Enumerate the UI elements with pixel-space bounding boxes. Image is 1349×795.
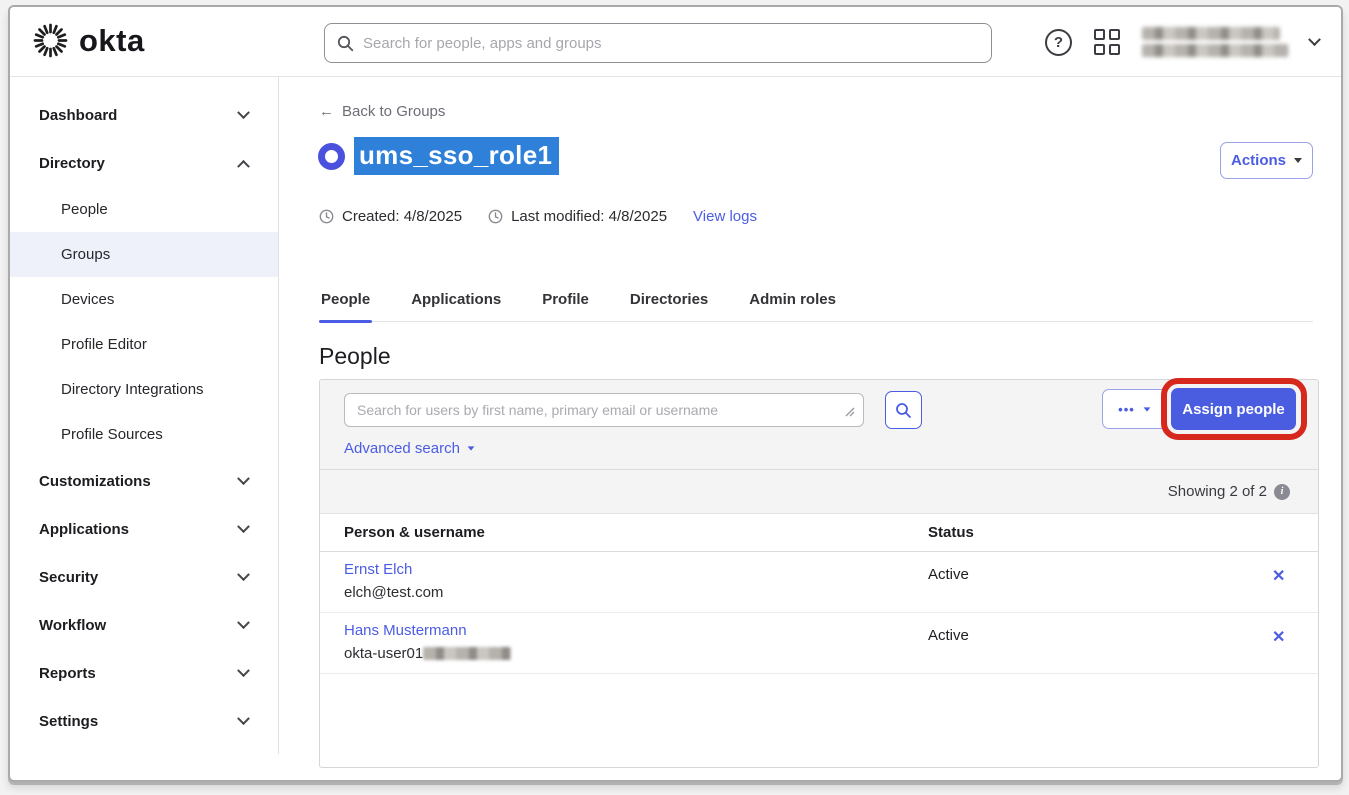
- user-account-label[interactable]: [1142, 27, 1288, 57]
- sidebar-item-dashboard[interactable]: Dashboard: [10, 91, 278, 139]
- sidebar-item-directory[interactable]: Directory: [10, 139, 278, 187]
- sidebar-item-settings[interactable]: Settings: [10, 697, 278, 745]
- app-window: okta ? Dashboard Directory People Groups: [8, 5, 1343, 782]
- sidebar-item-profile-editor[interactable]: Profile Editor: [10, 322, 278, 367]
- chevron-down-icon: [237, 106, 250, 119]
- main-content: ← Back to Groups ums_sso_role1 Actions C…: [280, 77, 1341, 780]
- created-date: Created: 4/8/2025: [342, 208, 462, 225]
- status-badge: Active: [928, 566, 969, 583]
- global-search-input[interactable]: [363, 35, 979, 52]
- top-header: okta ?: [10, 7, 1341, 77]
- tab-people[interactable]: People: [319, 283, 372, 321]
- chevron-down-icon: [237, 472, 250, 485]
- apps-grid-icon[interactable]: [1094, 29, 1120, 55]
- showing-count: Showing 2 of 2: [1168, 483, 1267, 500]
- tab-applications[interactable]: Applications: [409, 283, 503, 321]
- table-row: Ernst Elch elch@test.com Active ✕: [320, 552, 1318, 613]
- chevron-down-icon: [237, 568, 250, 581]
- redacted-text: [423, 647, 511, 660]
- search-icon: [337, 35, 354, 52]
- clock-icon: [319, 209, 334, 224]
- caret-down-icon: [1294, 158, 1302, 163]
- view-logs-link[interactable]: View logs: [693, 208, 757, 225]
- caret-down-icon: [1143, 407, 1150, 411]
- person-username: okta-user01: [344, 645, 511, 662]
- chevron-up-icon: [237, 159, 250, 172]
- ellipsis-icon: •••: [1118, 402, 1135, 417]
- chevron-down-icon: [237, 664, 250, 677]
- user-search-field[interactable]: [344, 393, 864, 427]
- search-icon: [895, 402, 912, 419]
- remove-person-icon[interactable]: ✕: [1272, 566, 1285, 586]
- global-search[interactable]: [324, 23, 992, 63]
- resize-grip-icon: [842, 404, 855, 417]
- tab-profile[interactable]: Profile: [540, 283, 591, 321]
- people-search-bar: Advanced search ••• Assign people: [320, 380, 1318, 470]
- sidebar-item-workflow[interactable]: Workflow: [10, 601, 278, 649]
- chevron-down-icon: [237, 520, 250, 533]
- redacted-text: [1142, 44, 1288, 57]
- okta-wordmark: okta: [79, 23, 145, 59]
- back-to-groups-link[interactable]: ← Back to Groups: [319, 103, 445, 120]
- group-tabs: People Applications Profile Directories …: [319, 283, 1313, 322]
- sidebar-item-groups[interactable]: Groups: [10, 232, 278, 277]
- redacted-text: [1142, 27, 1280, 40]
- advanced-search-link[interactable]: Advanced search: [344, 440, 475, 457]
- tab-directories[interactable]: Directories: [628, 283, 710, 321]
- actions-button[interactable]: Actions: [1220, 142, 1313, 179]
- sidebar-item-customizations[interactable]: Customizations: [10, 457, 278, 505]
- sidebar-item-profile-sources[interactable]: Profile Sources: [10, 412, 278, 457]
- sidebar-item-devices[interactable]: Devices: [10, 277, 278, 322]
- sidebar-nav: Dashboard Directory People Groups Device…: [10, 77, 279, 754]
- sidebar-item-directory-integrations[interactable]: Directory Integrations: [10, 367, 278, 412]
- assign-people-button[interactable]: Assign people: [1171, 388, 1296, 430]
- remove-person-icon[interactable]: ✕: [1272, 627, 1285, 647]
- clock-icon: [488, 209, 503, 224]
- search-submit-button[interactable]: [885, 391, 922, 429]
- chevron-down-icon[interactable]: [1308, 33, 1321, 46]
- help-icon[interactable]: ?: [1045, 29, 1072, 56]
- okta-sunburst-icon: [32, 22, 69, 59]
- column-status: Status: [928, 524, 974, 541]
- status-badge: Active: [928, 627, 969, 644]
- sidebar-item-applications[interactable]: Applications: [10, 505, 278, 553]
- caret-down-icon: [468, 446, 475, 450]
- page-title: ums_sso_role1: [354, 137, 559, 175]
- person-username: elch@test.com: [344, 584, 443, 601]
- tab-admin-roles[interactable]: Admin roles: [747, 283, 838, 321]
- back-arrow-icon: ←: [319, 103, 334, 120]
- more-options-button[interactable]: •••: [1102, 389, 1167, 429]
- sidebar-item-people[interactable]: People: [10, 187, 278, 232]
- column-person-username: Person & username: [344, 524, 485, 541]
- person-name-link[interactable]: Hans Mustermann: [344, 622, 467, 639]
- last-modified-date: Last modified: 4/8/2025: [511, 208, 667, 225]
- okta-logo[interactable]: okta: [32, 22, 145, 59]
- info-icon[interactable]: i: [1274, 484, 1290, 500]
- chevron-down-icon: [237, 712, 250, 725]
- group-icon: [318, 143, 345, 170]
- table-header: Person & username Status: [320, 514, 1318, 552]
- user-search-input[interactable]: [357, 402, 842, 418]
- result-count-bar: Showing 2 of 2 i: [320, 470, 1318, 514]
- people-section-heading: People: [319, 343, 391, 370]
- sidebar-item-reports[interactable]: Reports: [10, 649, 278, 697]
- chevron-down-icon: [237, 616, 250, 629]
- person-name-link[interactable]: Ernst Elch: [344, 561, 412, 578]
- sidebar-item-security[interactable]: Security: [10, 553, 278, 601]
- table-row: Hans Mustermann okta-user01 Active ✕: [320, 613, 1318, 674]
- people-panel: Advanced search ••• Assign people Showin…: [319, 379, 1319, 768]
